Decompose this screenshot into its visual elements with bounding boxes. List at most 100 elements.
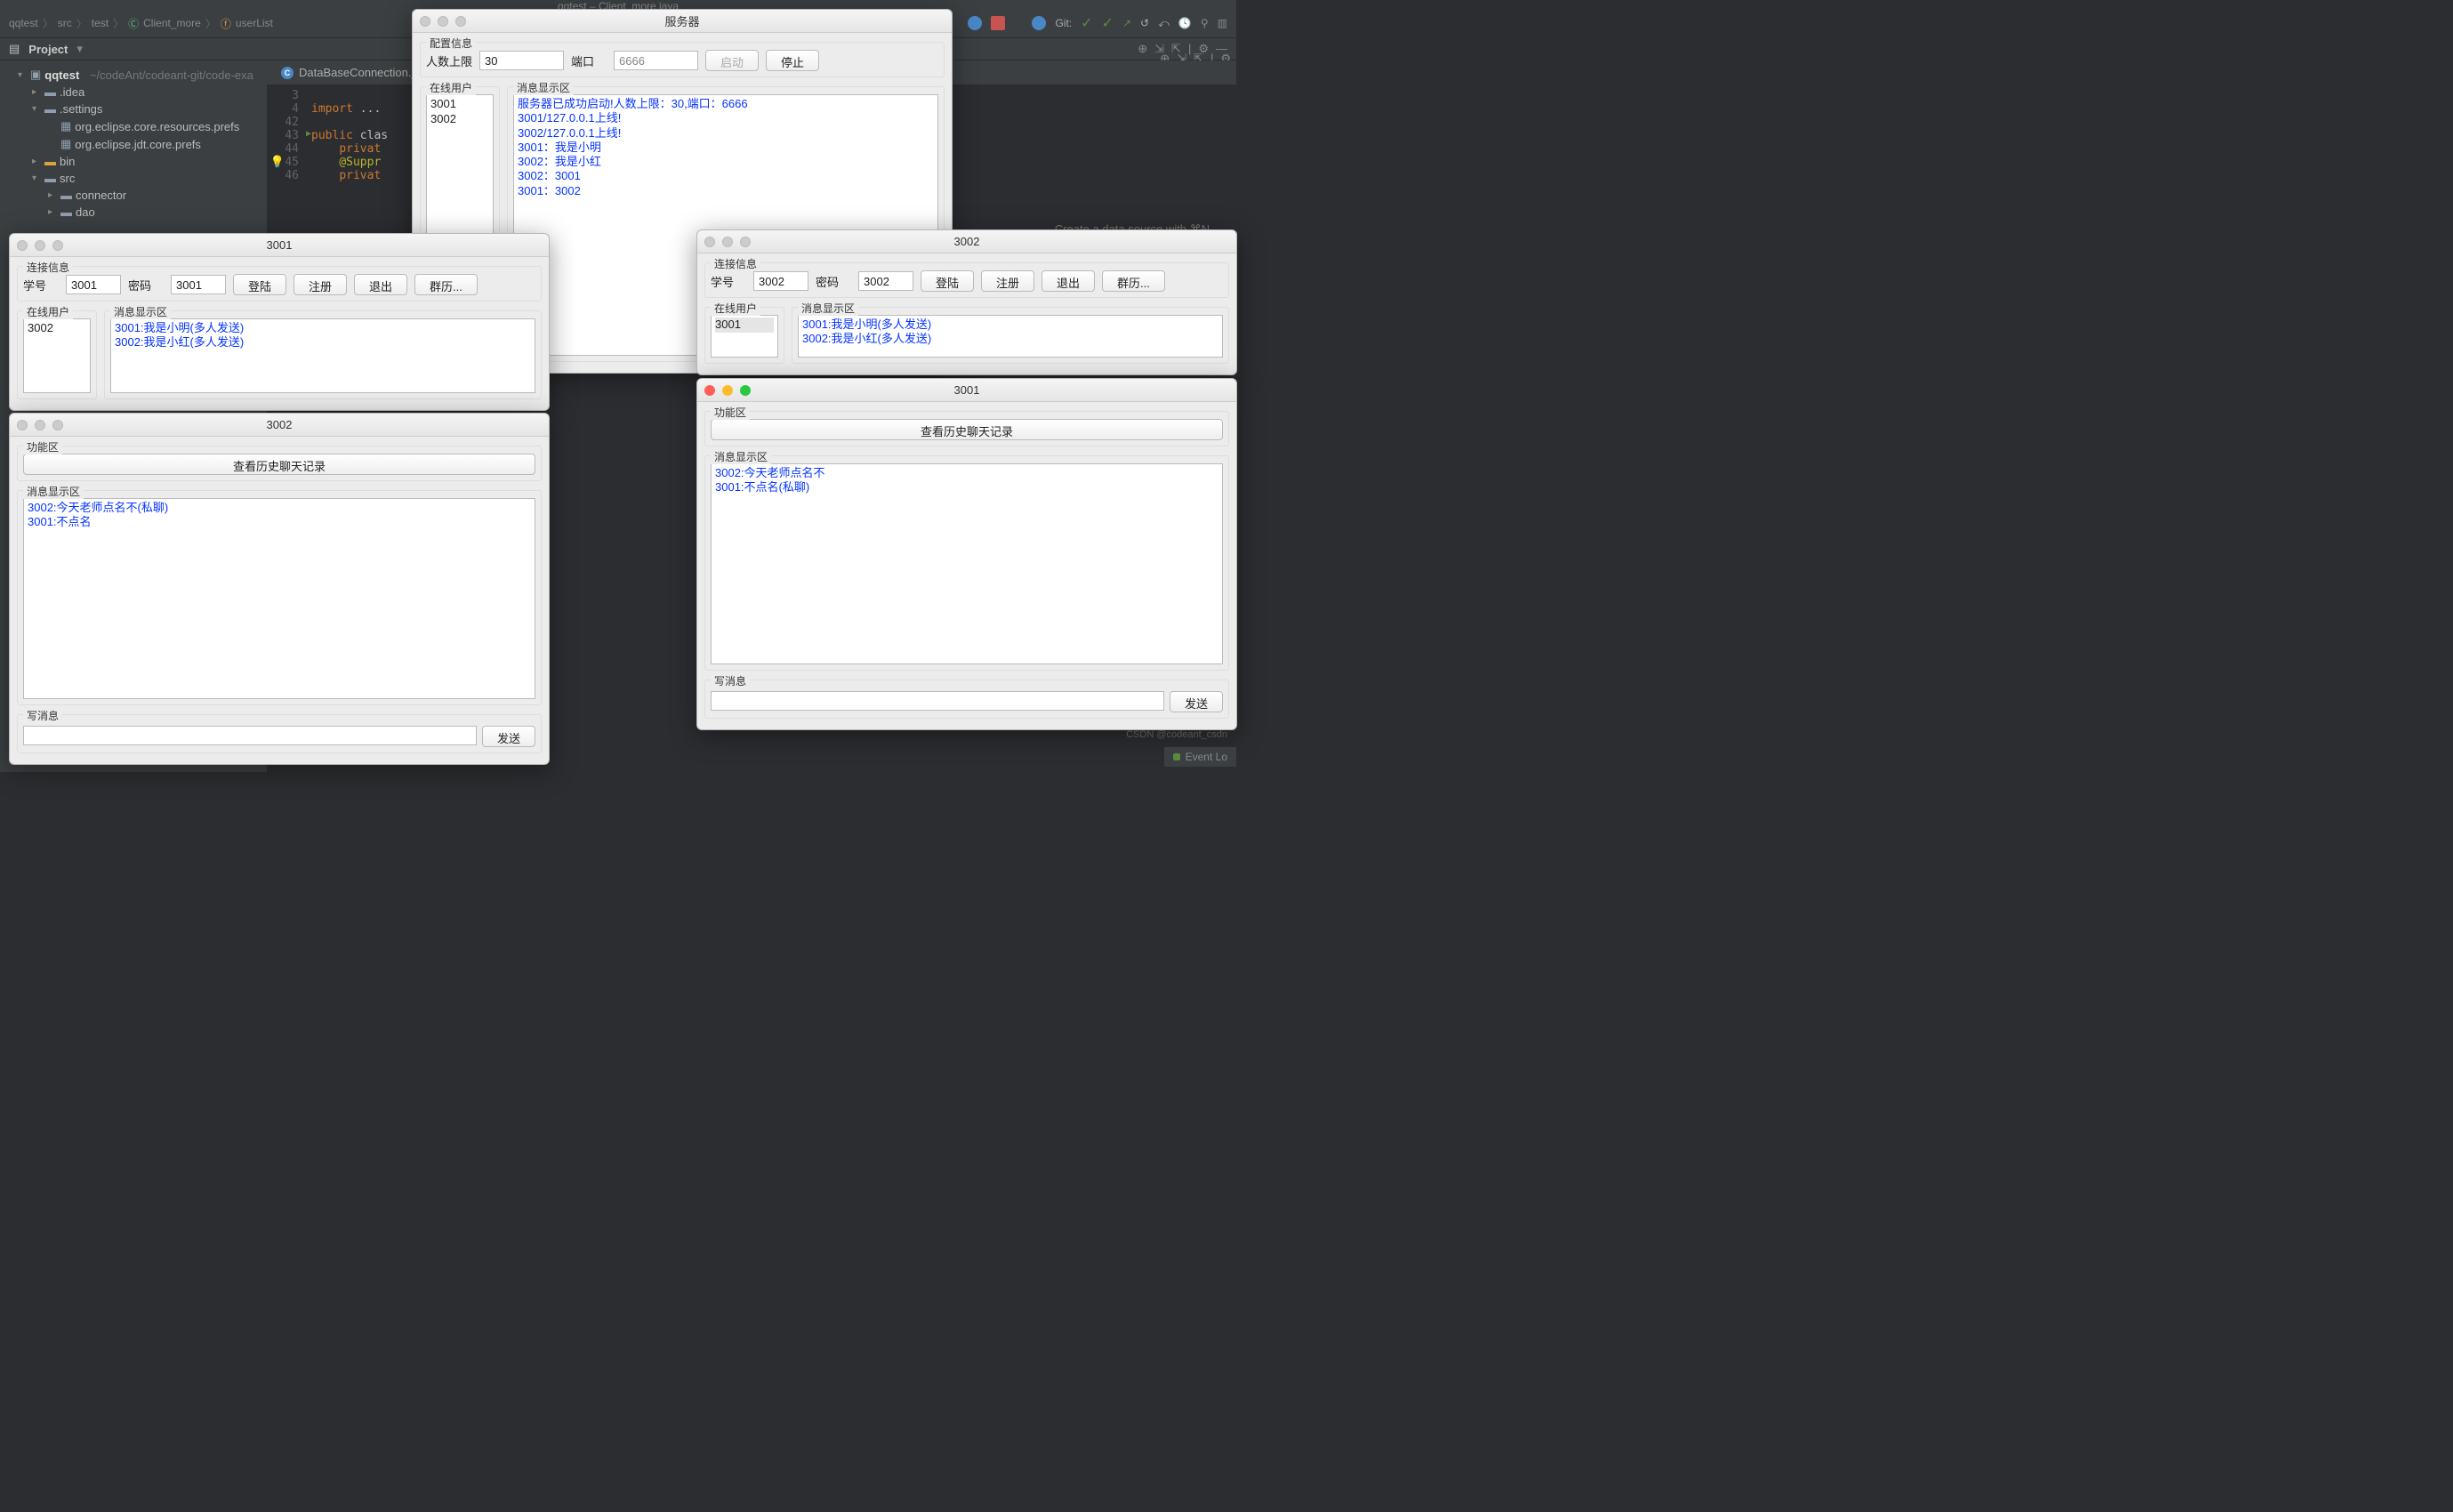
ide-titlebar: qqtest – Client_more.java (0, 0, 1236, 9)
list-item[interactable]: 3001 (715, 318, 774, 333)
online-users-list[interactable]: 3002 (23, 318, 91, 393)
clock-icon[interactable]: 🕓 (1178, 17, 1192, 29)
tree-file[interactable]: org.eclipse.core.resources.prefs (75, 120, 239, 133)
commit-icon[interactable]: ✓ (1081, 14, 1092, 32)
update-icon[interactable]: ↺ (1140, 17, 1149, 29)
window-title: 3001 (10, 238, 549, 252)
online-legend: 在线用户 (426, 80, 476, 95)
list-item[interactable]: 3001 (430, 97, 489, 112)
push-icon[interactable]: ↗ (1122, 17, 1131, 29)
msg-legend: 消息显示区 (711, 449, 771, 464)
history-button[interactable]: 群历... (1102, 270, 1165, 292)
list-item[interactable]: 3002 (28, 321, 86, 336)
client-3002-window[interactable]: 3002 连接信息 学号 密码 登陆 注册 退出 群历... 在线用户 3001 (696, 229, 1237, 375)
chat-messages[interactable]: 3002:今天老师点名不(私聊) 3001:不点名 (23, 498, 535, 699)
list-item[interactable]: 3002 (430, 112, 489, 127)
project-title[interactable]: Project (28, 43, 68, 56)
write-legend: 写消息 (711, 673, 750, 688)
undo-icon[interactable]: ⤺ (1158, 17, 1170, 30)
zoom-icon[interactable] (455, 16, 466, 27)
id-input[interactable] (66, 275, 121, 294)
close-icon[interactable] (704, 385, 715, 396)
breadcrumb-item[interactable]: test (92, 17, 109, 29)
chat-3002-window[interactable]: 3002 功能区 查看历史聊天记录 消息显示区 3002:今天老师点名不(私聊)… (9, 413, 550, 765)
breadcrumb-item[interactable]: Client_more (143, 17, 201, 29)
pw-input[interactable] (858, 271, 913, 291)
layout-icon[interactable]: ▥ (1218, 17, 1227, 29)
bulb-icon[interactable]: 💡 (270, 156, 285, 169)
config-legend: 配置信息 (426, 36, 476, 51)
tree-file[interactable]: org.eclipse.jdt.core.prefs (75, 138, 201, 151)
register-button[interactable]: 注册 (294, 274, 347, 295)
minimize-icon[interactable] (438, 16, 448, 27)
close-icon[interactable] (17, 240, 28, 251)
msg-line: 3001:我是小明(多人发送) (115, 321, 531, 335)
view-history-button[interactable]: 查看历史聊天记录 (711, 419, 1223, 440)
compass-icon[interactable] (968, 16, 982, 30)
tree-folder[interactable]: .idea (60, 85, 84, 99)
start-button[interactable]: 启动 (705, 50, 759, 71)
zoom-icon[interactable] (52, 240, 63, 251)
send-button[interactable]: 发送 (1170, 691, 1223, 712)
online-legend: 在线用户 (711, 301, 760, 316)
zoom-icon[interactable] (52, 420, 63, 430)
tree-folder[interactable]: connector (76, 189, 126, 202)
breadcrumb-item[interactable]: qqtest (9, 17, 38, 29)
chevron-down-icon[interactable]: ▾ (76, 42, 83, 56)
minimize-icon[interactable] (722, 237, 733, 247)
msg-legend: 消息显示区 (23, 484, 84, 499)
id-input[interactable] (753, 271, 808, 291)
search-icon[interactable]: ⚲ (1201, 17, 1209, 29)
send-button[interactable]: 发送 (482, 726, 535, 747)
maxuser-input[interactable] (479, 51, 564, 70)
pw-input[interactable] (171, 275, 226, 294)
zoom-icon[interactable] (740, 385, 751, 396)
msg-line: 3001：我是小明 (518, 141, 934, 155)
msg-line: 3001：3002 (518, 184, 934, 198)
maxuser-label: 人数上限 (426, 52, 472, 69)
stop-icon[interactable] (991, 16, 1005, 30)
login-button[interactable]: 登陆 (921, 270, 974, 292)
func-legend: 功能区 (23, 439, 62, 454)
breadcrumb-item[interactable]: userList (236, 17, 273, 29)
login-button[interactable]: 登陆 (233, 274, 286, 295)
client-messages[interactable]: 3001:我是小明(多人发送) 3002:我是小红(多人发送) (798, 315, 1223, 358)
message-input[interactable] (711, 691, 1164, 711)
event-log-label[interactable]: Event Lo (1186, 751, 1227, 763)
minimize-icon[interactable] (35, 420, 45, 430)
tree-folder[interactable]: src (60, 172, 75, 185)
online-legend: 在线用户 (23, 304, 73, 319)
close-icon[interactable] (704, 237, 715, 247)
tree-folder[interactable]: .settings (60, 102, 102, 116)
message-input[interactable] (23, 726, 477, 745)
exit-button[interactable]: 退出 (354, 274, 407, 295)
status-dot-icon (1173, 753, 1180, 760)
pantheon-icon[interactable] (1032, 16, 1046, 30)
commit2-icon[interactable]: ✓ (1102, 14, 1114, 32)
project-root[interactable]: qqtest (44, 68, 79, 82)
statusbar[interactable]: Event Lo (1164, 747, 1236, 767)
port-input[interactable] (614, 51, 698, 70)
client-messages[interactable]: 3001:我是小明(多人发送) 3002:我是小红(多人发送) (110, 318, 535, 393)
client-3001-window[interactable]: 3001 连接信息 学号 密码 登陆 注册 退出 群历... 在线用户 3002 (9, 233, 550, 411)
chat-3001-window[interactable]: 3001 功能区 查看历史聊天记录 消息显示区 3002:今天老师点名不 300… (696, 378, 1237, 730)
exit-button[interactable]: 退出 (1042, 270, 1095, 292)
close-icon[interactable] (420, 16, 430, 27)
msg-line: 3002/127.0.0.1上线! (518, 126, 934, 141)
breadcrumb-item[interactable]: src (58, 17, 72, 29)
minimize-icon[interactable] (35, 240, 45, 251)
msg-legend: 消息显示区 (798, 301, 858, 316)
register-button[interactable]: 注册 (981, 270, 1034, 292)
history-button[interactable]: 群历... (414, 274, 478, 295)
tree-folder[interactable]: bin (60, 155, 75, 168)
stop-button[interactable]: 停止 (766, 50, 819, 71)
zoom-icon[interactable] (740, 237, 751, 247)
target-icon[interactable]: ⊕ (1138, 42, 1147, 56)
online-users-list[interactable]: 3001 (711, 315, 778, 358)
close-icon[interactable] (17, 420, 28, 430)
chat-messages[interactable]: 3002:今天老师点名不 3001:不点名(私聊) (711, 463, 1223, 664)
msg-line: 3001:不点名(私聊) (715, 480, 1218, 495)
view-history-button[interactable]: 查看历史聊天记录 (23, 454, 535, 475)
minimize-icon[interactable] (722, 385, 733, 396)
tree-folder[interactable]: dao (76, 205, 95, 219)
